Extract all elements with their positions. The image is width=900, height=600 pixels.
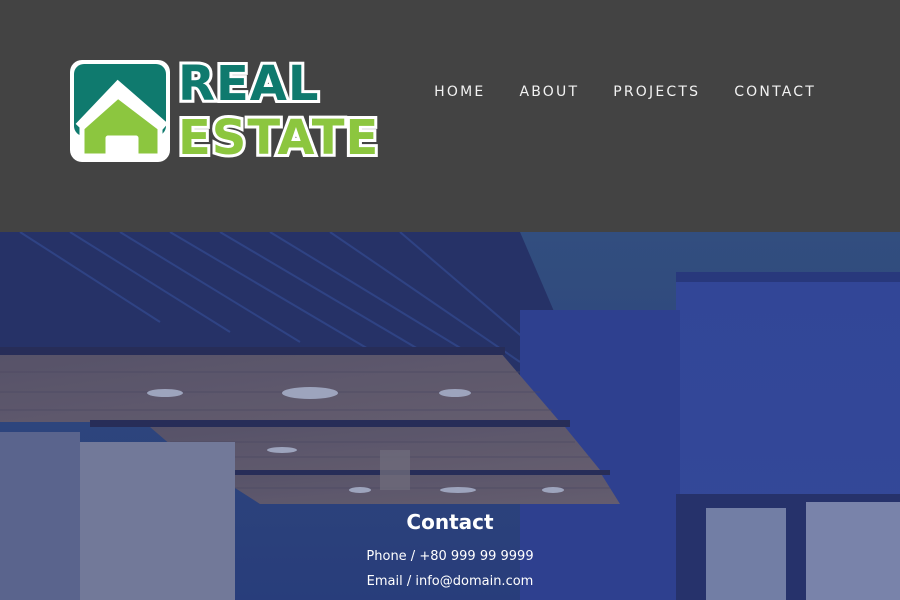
contact-email[interactable]: Email / info@domain.com [0,569,900,594]
main-nav: HOME ABOUT PROJECTS CONTACT [400,84,816,100]
logo-wordmark-line1: REAL [175,56,322,112]
nav-item-home[interactable]: HOME [434,84,485,100]
contact-section: Contact Phone / +80 999 99 9999 Email / … [0,510,900,594]
contact-title: Contact [406,510,494,534]
nav-item-projects[interactable]: PROJECTS [613,84,700,100]
contact-phone: Phone / +80 999 99 9999 [366,549,534,564]
nav-item-contact[interactable]: CONTACT [734,84,816,100]
site-header: REAL ESTATE HOME ABOUT PROJECTS CONTACT [0,0,900,232]
nav-item-about[interactable]: ABOUT [519,84,579,100]
logo-wordmark-line2: ESTATE [175,110,381,166]
